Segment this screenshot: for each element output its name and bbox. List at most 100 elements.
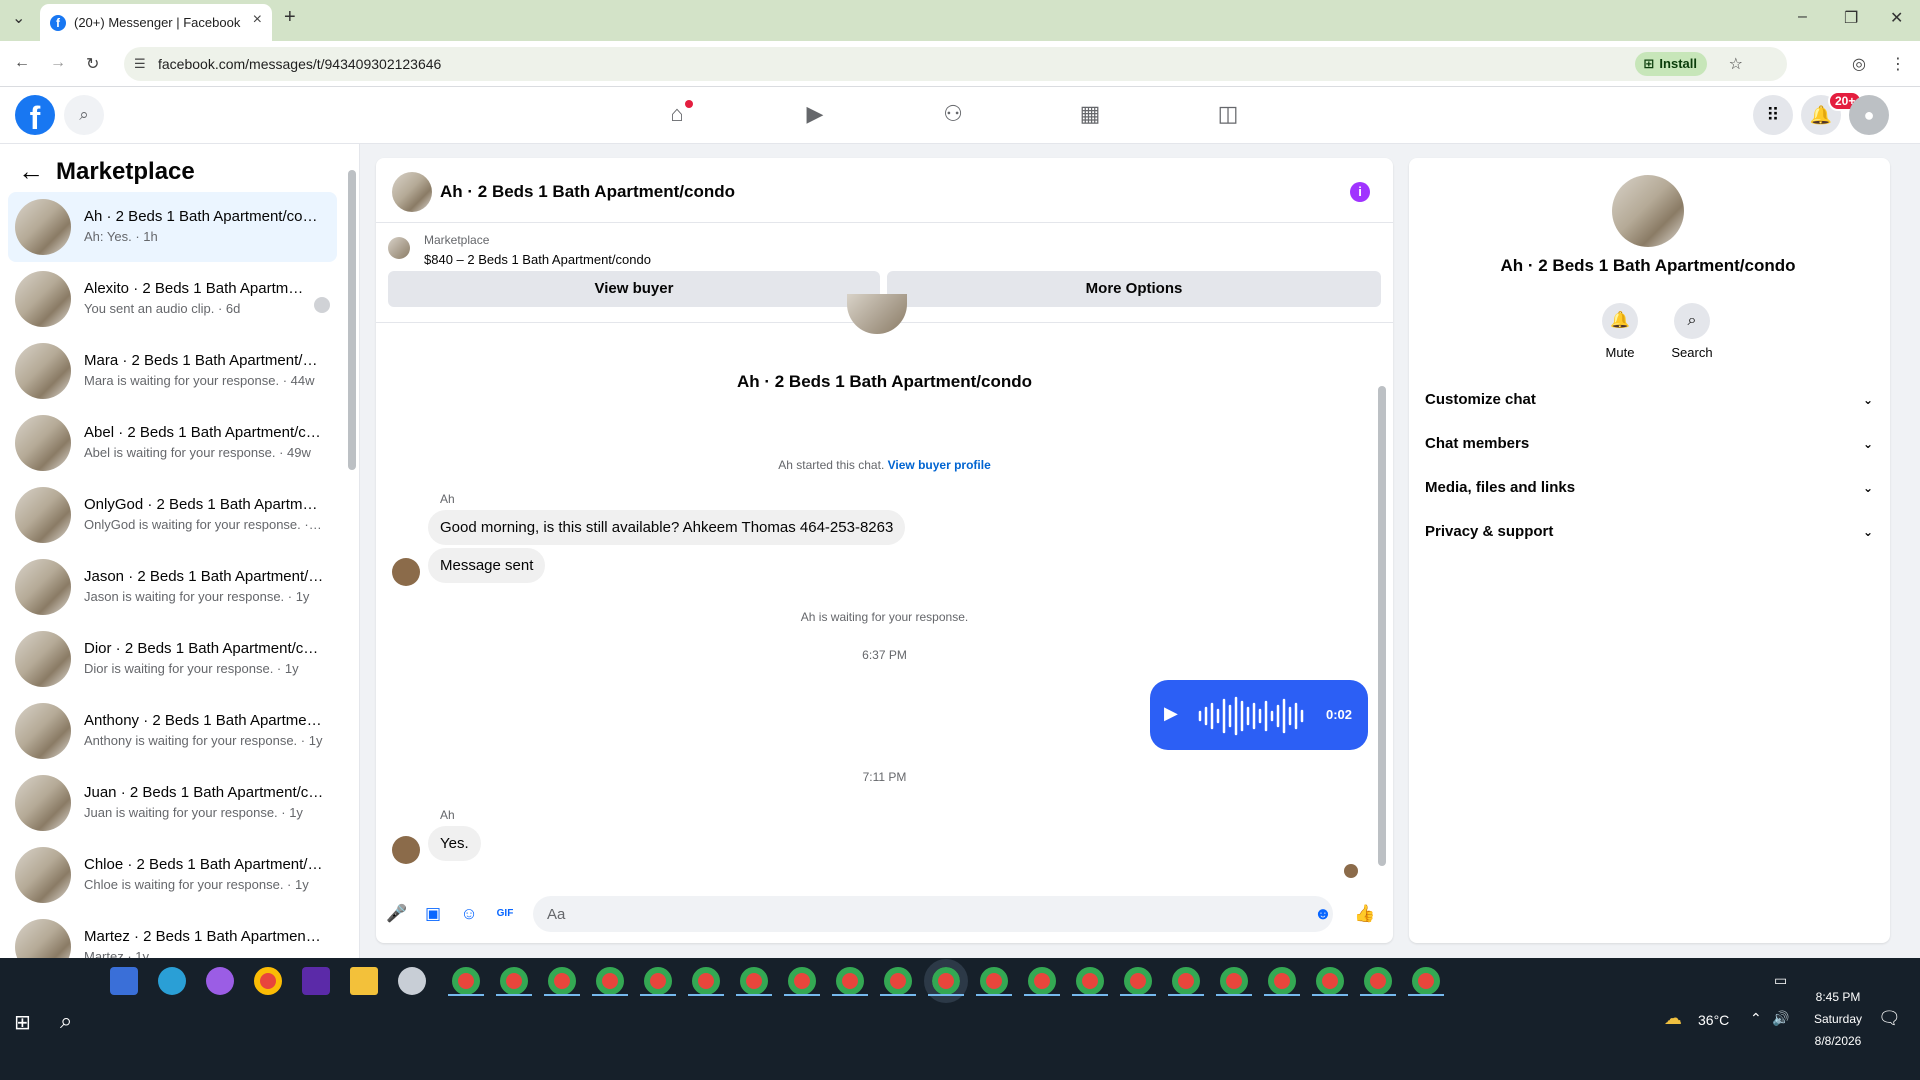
chrome-window-icon[interactable] xyxy=(924,959,968,1003)
message-input[interactable] xyxy=(533,896,1333,932)
clock-date[interactable]: 8/8/2026 xyxy=(1802,1034,1874,1048)
back-arrow-icon[interactable]: ← xyxy=(18,156,44,187)
chrome-window-icon[interactable] xyxy=(1268,967,1296,995)
file-explorer-app-icon[interactable] xyxy=(110,967,138,995)
marketplace-icon[interactable]: ▦ xyxy=(1075,101,1105,131)
more-options-button[interactable]: More Options xyxy=(887,271,1381,307)
chrome-window-icon[interactable] xyxy=(548,967,576,995)
conversation-item[interactable]: Abel · 2 Beds 1 Bath Apartment/condo Abe… xyxy=(8,408,337,478)
weather-icon[interactable]: ☁ xyxy=(1664,1008,1682,1029)
chrome-window-icon[interactable] xyxy=(980,967,1008,995)
browser-menu-icon[interactable]: ⋮ xyxy=(1890,54,1906,74)
windows-start-icon[interactable]: ⊞ xyxy=(14,1010,31,1035)
view-buyer-profile-link[interactable]: View buyer profile xyxy=(888,458,991,472)
conversation-item[interactable]: Juan · 2 Beds 1 Bath Apartment/condo Jua… xyxy=(8,768,337,838)
chrome-window-icon[interactable] xyxy=(1364,967,1392,995)
video-icon[interactable]: ▶ xyxy=(800,101,830,131)
clock-time[interactable]: 8:45 PM xyxy=(1808,990,1868,1004)
restore-icon[interactable]: ❐ xyxy=(1844,8,1858,28)
sender-avatar[interactable] xyxy=(392,836,420,864)
sticker-icon[interactable]: ☺ xyxy=(458,903,480,925)
play-icon[interactable]: ▶ xyxy=(1164,703,1178,724)
folder-icon[interactable] xyxy=(350,967,378,995)
profile-icon[interactable]: ◎ xyxy=(1852,54,1866,74)
minimize-icon[interactable]: – xyxy=(1798,8,1807,26)
message-bubble[interactable]: Good morning, is this still available? A… xyxy=(428,510,906,545)
edge-icon[interactable] xyxy=(158,967,186,995)
chrome-window-icon[interactable] xyxy=(884,967,912,995)
conversation-item[interactable]: Ah · 2 Beds 1 Bath Apartment/condo Ah: Y… xyxy=(8,192,337,262)
back-icon[interactable]: ← xyxy=(14,54,30,72)
listing-title[interactable]: $840 – 2 Beds 1 Bath Apartment/condo xyxy=(424,252,651,267)
app-icon[interactable] xyxy=(302,967,330,995)
search-icon[interactable]: ⌕ xyxy=(64,95,104,135)
chrome-icon[interactable] xyxy=(254,967,282,995)
account-avatar[interactable]: ● xyxy=(1849,95,1889,135)
forward-icon[interactable]: → xyxy=(50,54,66,72)
chrome-window-icon[interactable] xyxy=(692,967,720,995)
conversation-item[interactable]: Jason · 2 Beds 1 Bath Apartment/condo Ja… xyxy=(8,552,337,622)
conversation-item[interactable]: Alexito · 2 Beds 1 Bath Apartment/condo … xyxy=(8,264,337,334)
friends-icon[interactable]: ⚇ xyxy=(938,101,968,131)
chrome-window-icon[interactable] xyxy=(644,967,672,995)
url-field[interactable]: ☰ facebook.com/messages/t/94340930212364… xyxy=(124,47,1787,81)
search-in-chat-button[interactable]: ⌕ Search xyxy=(1657,303,1727,360)
weather-temperature[interactable]: 36°C xyxy=(1698,1012,1729,1028)
emoji-icon[interactable]: ☻ xyxy=(1312,903,1334,925)
info-icon[interactable]: i xyxy=(1350,182,1370,202)
close-window-icon[interactable]: ✕ xyxy=(1890,8,1903,28)
install-button[interactable]: ⊞ Install xyxy=(1635,52,1707,76)
chrome-window-icon[interactable] xyxy=(1028,967,1056,995)
sender-avatar[interactable] xyxy=(392,558,420,586)
action-center-icon[interactable]: ▭ xyxy=(1774,972,1787,989)
chat-scrollbar[interactable] xyxy=(1378,386,1386,866)
chrome-window-icon[interactable] xyxy=(836,967,864,995)
chrome-window-icon[interactable] xyxy=(740,967,768,995)
chat-avatar[interactable] xyxy=(392,172,432,212)
tab-list-icon[interactable]: ⌄ xyxy=(12,8,25,28)
taskbar-search-icon[interactable]: ⌕ xyxy=(60,1008,72,1034)
message-bubble[interactable]: Yes. xyxy=(428,826,481,861)
like-thumb-icon[interactable]: 👍 xyxy=(1354,903,1376,925)
conversation-item[interactable]: Mara · 2 Beds 1 Bath Apartment/condo Mar… xyxy=(8,336,337,406)
conversation-item[interactable]: Anthony · 2 Beds 1 Bath Apartment/condo … xyxy=(8,696,337,766)
sidebar-scrollbar[interactable] xyxy=(348,170,356,470)
photo-icon[interactable]: ▣ xyxy=(422,903,444,925)
notification-center-icon[interactable]: 🗨 xyxy=(1878,1008,1901,1029)
chrome-window-icon[interactable] xyxy=(500,967,528,995)
volume-icon[interactable]: 🔊 xyxy=(1772,1010,1789,1027)
gaming-icon[interactable]: ◫ xyxy=(1213,101,1243,131)
contact-avatar[interactable] xyxy=(1612,175,1684,247)
microphone-icon[interactable]: 🎤 xyxy=(386,903,408,925)
chrome-window-icon[interactable] xyxy=(1172,967,1200,995)
copilot-icon[interactable] xyxy=(206,967,234,995)
conversation-item[interactable]: Dior · 2 Beds 1 Bath Apartment/condo Dio… xyxy=(8,624,337,694)
chrome-window-icon[interactable] xyxy=(452,967,480,995)
browser-tab[interactable]: f (20+) Messenger | Facebook × xyxy=(40,4,272,41)
clock-day[interactable]: Saturday xyxy=(1802,1012,1874,1026)
view-buyer-button[interactable]: View buyer xyxy=(388,271,880,307)
paint-icon[interactable] xyxy=(398,967,426,995)
section-media-files-links[interactable]: Media, files and links ⌄ xyxy=(1425,470,1875,506)
close-tab-icon[interactable]: × xyxy=(253,11,262,29)
chrome-window-icon[interactable] xyxy=(788,967,816,995)
chrome-window-icon[interactable] xyxy=(1076,967,1104,995)
reload-icon[interactable]: ↻ xyxy=(86,54,99,74)
section-privacy-support[interactable]: Privacy & support ⌄ xyxy=(1425,514,1875,550)
conversation-item[interactable]: Chloe · 2 Beds 1 Bath Apartment/condo Ch… xyxy=(8,840,337,910)
chrome-window-icon[interactable] xyxy=(596,967,624,995)
chrome-window-icon[interactable] xyxy=(1412,967,1440,995)
facebook-logo[interactable]: f xyxy=(15,95,55,136)
audio-message[interactable]: ▶ 0:02 xyxy=(1150,680,1368,750)
conversation-item[interactable]: OnlyGod · 2 Beds 1 Bath Apartment/condo … xyxy=(8,480,337,550)
gif-icon[interactable]: GIF xyxy=(494,903,516,925)
chrome-window-icon[interactable] xyxy=(1316,967,1344,995)
mute-button[interactable]: 🔔 Mute xyxy=(1585,303,1655,360)
section-customize-chat[interactable]: Customize chat ⌄ xyxy=(1425,382,1875,418)
conversation-item[interactable]: Martez · 2 Beds 1 Bath Apartment/condo M… xyxy=(8,912,337,958)
chat-title[interactable]: Ah · 2 Beds 1 Bath Apartment/condo xyxy=(440,182,735,202)
chrome-window-icon[interactable] xyxy=(1124,967,1152,995)
bookmark-star-icon[interactable]: ☆ xyxy=(1729,54,1743,74)
chrome-window-icon[interactable] xyxy=(1220,967,1248,995)
new-tab-icon[interactable]: + xyxy=(284,6,296,29)
